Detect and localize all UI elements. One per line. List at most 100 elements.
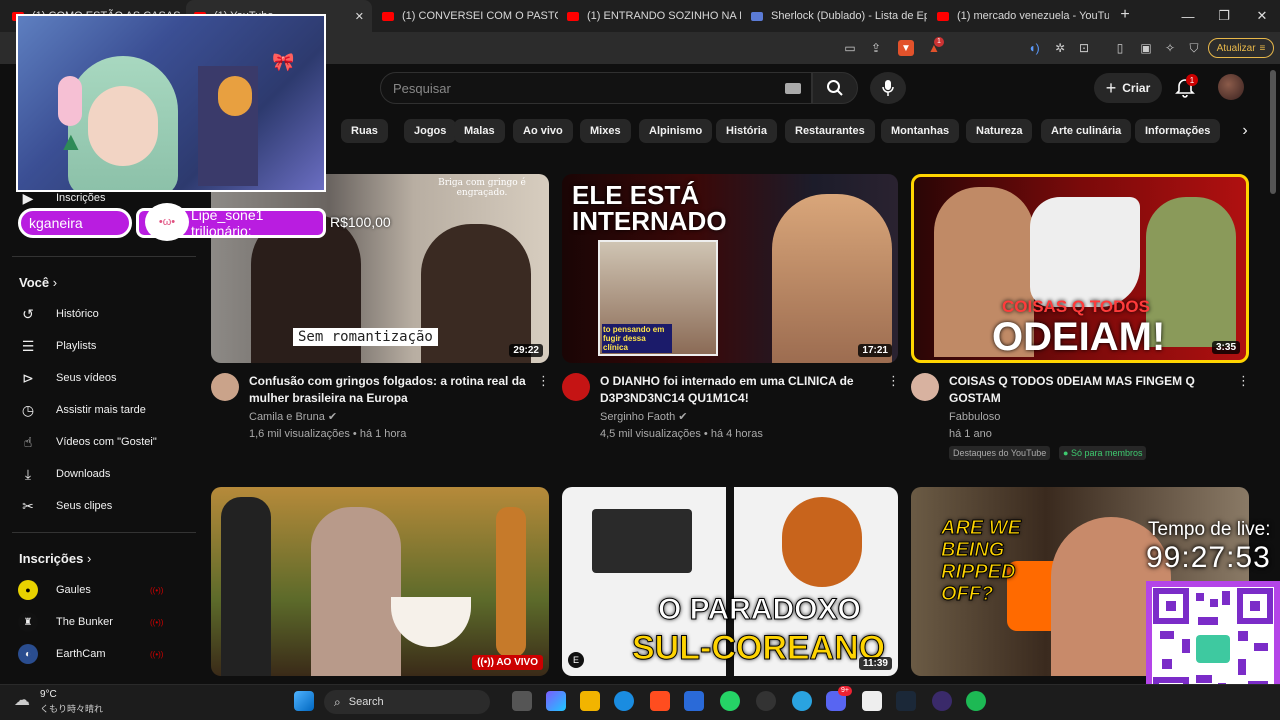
weather-icon[interactable]: ☁ (14, 690, 30, 710)
browser-tab[interactable]: (1) CONVERSEI COM O PASTOR Q (374, 0, 558, 32)
sidebar-item-label: Seus clipes (56, 500, 113, 512)
channel-avatar[interactable] (562, 373, 590, 401)
video-thumbnail[interactable]: ((•)) AO VIVO (211, 487, 549, 676)
file-explorer-icon[interactable] (580, 691, 600, 711)
app-icon[interactable] (932, 691, 952, 711)
channel-avatar[interactable] (211, 373, 239, 401)
app-icon[interactable] (862, 691, 882, 711)
channel-name[interactable]: Fabbuloso (949, 409, 1000, 425)
video-thumbnail[interactable]: O PARADOXO SUL-COREANO E 11:39 (562, 487, 898, 676)
telegram-icon[interactable] (792, 691, 812, 711)
screenshot-icon[interactable]: ⊡ (1076, 40, 1092, 56)
close-window-icon[interactable]: ✕ (1242, 0, 1280, 32)
brave-shield-icon[interactable]: ▼ (898, 40, 914, 56)
microphone-icon (882, 80, 894, 96)
create-button[interactable]: + Criar (1094, 73, 1162, 103)
chevron-right-icon[interactable]: › (1232, 119, 1258, 143)
sidebar-item-liked-videos[interactable]: ☝ Vídeos com "Gostei" (18, 432, 157, 452)
wallet-icon[interactable]: ▣ (1138, 40, 1154, 56)
video-title[interactable]: Confusão com gringos folgados: a rotina … (249, 373, 531, 407)
maximize-icon[interactable]: ❐ (1204, 0, 1244, 32)
thumbnail-overlay-text: Sem romantização (293, 328, 438, 346)
playlists-icon: ☰ (21, 337, 35, 354)
video-stats: 1,6 mil visualizações • há 1 hora (249, 428, 407, 440)
edge-icon[interactable] (614, 691, 634, 711)
video-thumbnail[interactable]: ELE ESTÁ INTERNADO to pensando em fugir … (562, 174, 898, 363)
extensions-icon[interactable]: ✲ (1052, 40, 1068, 56)
task-view-icon[interactable] (512, 691, 532, 711)
discord-badge: 9+ (838, 686, 852, 696)
browser-tab[interactable]: Sherlock (Dublado) - Lista de Epis (743, 0, 927, 32)
browser-tab[interactable]: (1) mercado venezuela - YouTube (929, 0, 1109, 32)
tab-label: (1) mercado venezuela - YouTube (957, 10, 1109, 22)
whatsapp-icon[interactable] (720, 691, 740, 711)
you-section-header[interactable]: Você › (19, 275, 57, 290)
audio-icon[interactable]: ◖) (1026, 40, 1042, 56)
channel-avatar[interactable] (911, 373, 939, 401)
video-thumbnail[interactable]: COISAS Q TODOS ODEIAM! 3:35 (911, 174, 1249, 363)
channel-name[interactable]: Serginho Faoth ✔ (600, 409, 688, 425)
cast-icon[interactable]: ▭ (842, 40, 858, 56)
steam-icon[interactable] (896, 691, 916, 711)
search-box[interactable]: Pesquisar (380, 72, 812, 104)
update-button[interactable]: Atualizar ≡ (1208, 38, 1274, 58)
chip-9[interactable]: Natureza (966, 119, 1033, 143)
search-button[interactable] (812, 72, 858, 104)
more-options-icon[interactable]: ⋮ (887, 373, 900, 391)
keyboard-icon[interactable] (785, 83, 801, 94)
video-thumbnail[interactable]: Briga com gringo é engraçado. Sem romant… (211, 174, 549, 363)
voice-search-button[interactable] (870, 72, 906, 104)
chip-10[interactable]: Arte culinária (1041, 119, 1132, 143)
sidebar-item-downloads[interactable]: ⤓ Downloads (18, 464, 111, 484)
video-duration: 3:35 (1211, 341, 1240, 354)
copilot-icon[interactable] (546, 691, 566, 711)
chip-2[interactable]: Malas (454, 119, 505, 143)
chip-7[interactable]: Restaurantes (785, 119, 875, 143)
chip-0[interactable]: Ruas (341, 119, 388, 143)
scrollbar-thumb[interactable] (1270, 70, 1276, 194)
taskbar-search[interactable]: ⌕ Search (324, 690, 490, 714)
video-title[interactable]: O DIANHO foi internado em uma CLINICA de… (600, 373, 882, 407)
vpn-icon[interactable]: ⛉ (1186, 40, 1202, 56)
brave-icon[interactable] (650, 691, 670, 711)
chip-1[interactable]: Jogos (404, 119, 457, 143)
more-options-icon[interactable]: ⋮ (1237, 373, 1250, 391)
account-avatar[interactable] (1218, 74, 1244, 100)
sidebar-item-history[interactable]: ↺ Histórico (18, 304, 99, 324)
sidebar-item-watch-later[interactable]: ◷ Assistir mais tarde (18, 400, 146, 420)
browser-tab[interactable]: (1) ENTRANDO SOZINHO NA MA (559, 0, 741, 32)
sidebar-item-playlists[interactable]: ☰ Playlists (18, 336, 97, 356)
video-title[interactable]: COISAS Q TODOS 0DEIAM MAS FINGEM Q GOSTA… (949, 373, 1229, 407)
sidebar-sub-earthcam[interactable]: ◐ EarthCam (18, 644, 106, 664)
laptop-image (592, 509, 692, 573)
windows-start-icon[interactable] (294, 691, 314, 711)
chip-5[interactable]: Alpinismo (639, 119, 713, 143)
more-options-icon[interactable]: ⋮ (537, 373, 550, 391)
sidebar-item-your-videos[interactable]: ⊳ Seus vídeos (18, 368, 116, 388)
thumbs-up-icon: ☝ (23, 433, 33, 450)
chip-6[interactable]: História (716, 119, 777, 143)
store-icon[interactable] (684, 691, 704, 711)
minimize-icon[interactable]: — (1168, 0, 1208, 32)
chip-4[interactable]: Mixes (580, 119, 631, 143)
obs-icon[interactable] (756, 691, 776, 711)
notifications-button[interactable]: 1 (1172, 74, 1198, 100)
spotify-icon[interactable] (966, 691, 986, 711)
sidebar-sub-the-bunker[interactable]: ♜ The Bunker (18, 612, 113, 632)
subscriptions-section-header[interactable]: Inscrições › (19, 551, 91, 566)
sidebar-sub-gaules[interactable]: ● Gaules (18, 580, 91, 600)
sidebar-toggle-icon[interactable]: ▯ (1112, 40, 1128, 56)
leo-ai-icon[interactable]: ✧ (1162, 40, 1178, 56)
search-input[interactable]: Pesquisar (393, 81, 451, 96)
new-tab-button[interactable]: + (1114, 6, 1136, 26)
chip-8[interactable]: Montanhas (881, 119, 960, 143)
close-tab-icon[interactable]: ✕ (355, 10, 364, 23)
chevron-right-icon: › (86, 551, 92, 566)
thumbnail-overlay-text: ODEIAM! (992, 315, 1166, 359)
chip-3[interactable]: Ao vivo (513, 119, 573, 143)
channel-name[interactable]: Camila e Bruna ✔ (249, 409, 337, 425)
weather-temperature[interactable]: 9°C (40, 689, 57, 700)
share-icon[interactable]: ⇪ (868, 40, 884, 56)
chip-11[interactable]: Informações (1135, 119, 1221, 143)
sidebar-item-clips[interactable]: ✂ Seus clipes (18, 496, 112, 516)
